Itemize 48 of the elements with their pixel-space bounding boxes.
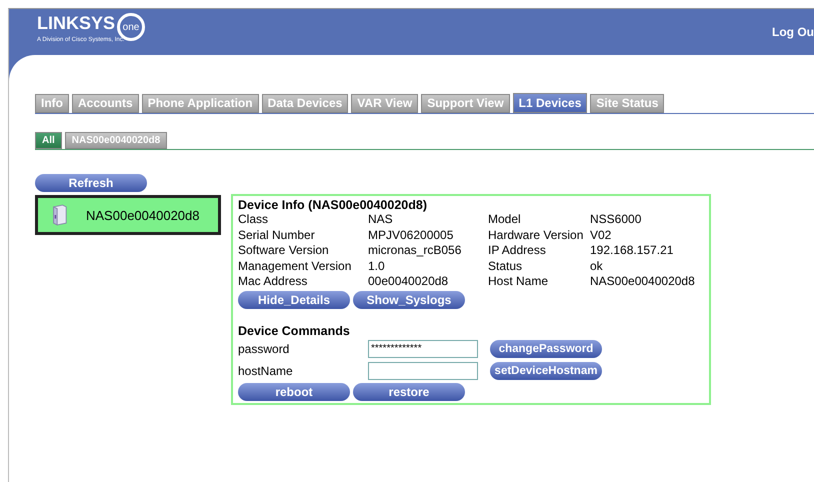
subtab[interactable]: All [35,132,62,149]
info-label: Serial Number [238,228,316,243]
info-label: Class [238,212,270,228]
info-value: NAS [368,212,394,228]
info-label: IP Address [488,243,547,258]
info-value: 192.168.157.21 [590,243,674,258]
section-title: Device Commands [238,324,351,338]
refresh-button[interactable]: Refresh [35,174,147,192]
action-button[interactable]: Show_Syslogs [353,290,465,308]
info-label: Host Name [488,274,550,290]
info-value: micronas_rcB056 [368,243,462,258]
info-value: 00e0040020d8 [368,274,450,290]
info-value: MPJV06200005 [368,228,454,243]
section-title: Device Info (NAS00e0040020d8) [238,198,428,212]
command-button[interactable]: reboot [238,382,350,400]
device-name: NAS00e0040020d8 [86,208,200,222]
tab[interactable]: Accounts [72,94,139,113]
info-value: ok [590,258,604,274]
info-value: V02 [590,228,612,243]
input-field[interactable]: ************* [368,340,478,358]
tab[interactable]: Data Devices [262,94,348,113]
command-button[interactable]: changePassword [490,340,602,358]
tab[interactable]: L1 Devices [512,93,588,113]
info-value: NAS00e0040020d8 [590,274,696,290]
tab[interactable]: Site Status [590,94,664,113]
device-item[interactable]: NAS00e0040020d8 [35,195,221,235]
logout-link[interactable]: Log Ou [772,25,814,39]
info-label: Management Version [238,258,352,274]
subtab[interactable]: NAS00e0040020d8 [64,132,168,149]
command-button[interactable]: restore [353,382,465,400]
tab[interactable]: Support View [421,94,510,113]
info-label: Status [488,258,524,274]
info-label: Hardware Version [488,228,584,243]
command-button[interactable]: setDeviceHostnam [490,362,602,380]
action-button[interactable]: Hide_Details [238,290,350,308]
field-label: hostName [238,364,294,378]
field-label: password [238,342,290,356]
input-field[interactable] [368,362,478,380]
info-label: Model [488,212,522,228]
logo-text: LINKSYS [37,13,116,33]
tab[interactable]: Phone Application [142,94,259,113]
storage-device-icon [50,203,68,227]
tab[interactable]: Info [35,94,69,113]
info-label: Software Version [238,243,330,258]
info-value: 1.0 [368,258,386,274]
tab[interactable]: VAR View [351,94,418,113]
info-label: Mac Address [238,274,308,290]
info-value: NSS6000 [590,212,642,228]
